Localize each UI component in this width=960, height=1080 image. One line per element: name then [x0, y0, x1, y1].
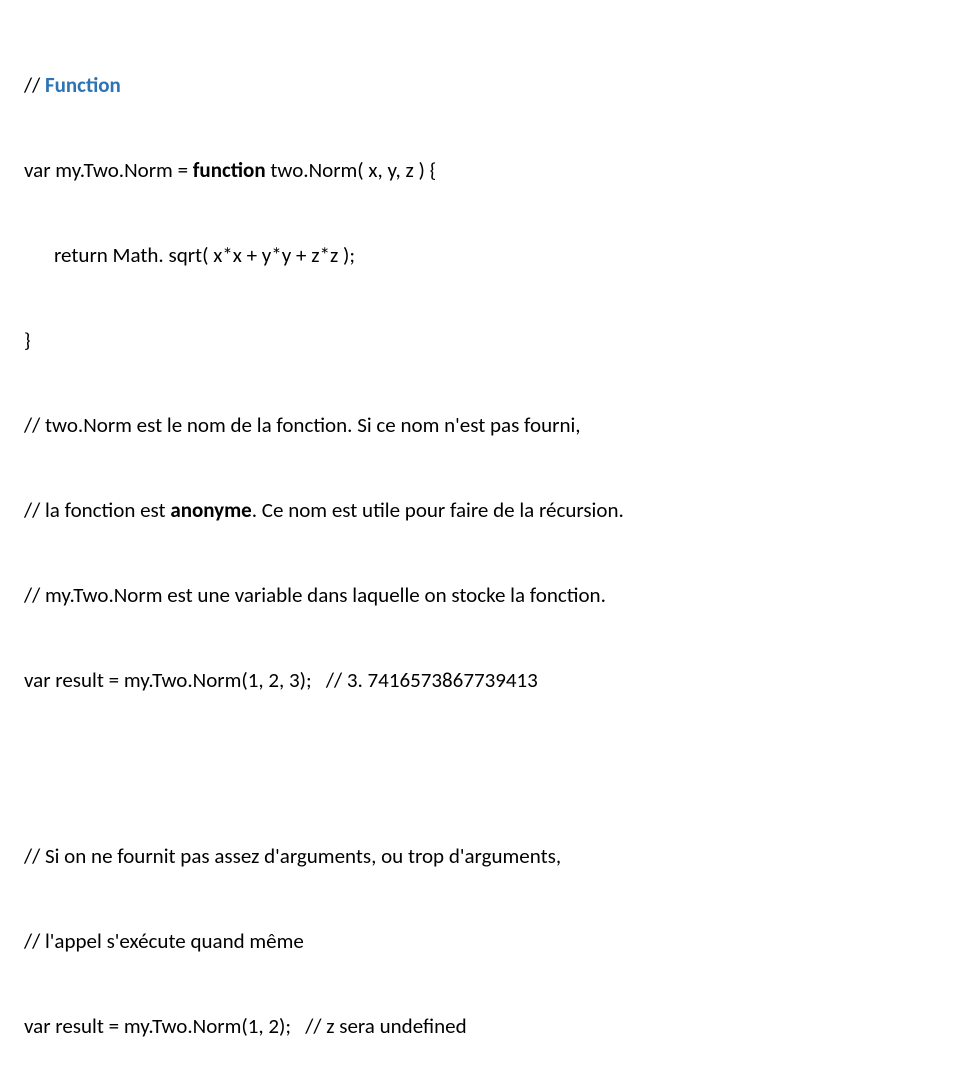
code-text: two.Norm( x, y, z ) {	[266, 157, 437, 183]
code-line: // two.Norm est le nom de la fonction. S…	[24, 411, 960, 439]
code-line: // l'appel s'exécute quand même	[24, 927, 960, 955]
code-line: // Function	[24, 71, 960, 99]
comment-text: . Ce nom est utile pour faire de la récu…	[252, 497, 624, 523]
keyword-function-heading: Function	[45, 72, 121, 98]
keyword-anonyme: anonyme	[170, 497, 251, 523]
keyword-function: function	[193, 157, 266, 183]
code-block-2: // Si on ne fournit pas assez d'argument…	[24, 785, 960, 1080]
code-line: }	[24, 326, 960, 354]
code-line: var result = my.Two.Norm(1, 2); // z ser…	[24, 1012, 960, 1040]
code-line: var result = my.Two.Norm(1, 2, 3); // 3.…	[24, 666, 960, 694]
slide-content: // Function var my.Two.Norm = function t…	[0, 0, 960, 540]
comment-slashes: //	[24, 72, 45, 98]
comment-text: // la fonction est	[24, 497, 170, 523]
code-line: // Si on ne fournit pas assez d'argument…	[24, 842, 960, 870]
code-line: // my.Two.Norm est une variable dans laq…	[24, 581, 960, 609]
code-line: var my.Two.Norm = function two.Norm( x, …	[24, 156, 960, 184]
code-text: var my.Two.Norm =	[24, 157, 193, 183]
code-line: return Math. sqrt( x*x + y*y + z*z );	[24, 241, 960, 269]
code-line: // la fonction est anonyme. Ce nom est u…	[24, 496, 960, 524]
code-block-1: // Function var my.Two.Norm = function t…	[24, 14, 960, 751]
spacer	[24, 751, 960, 785]
